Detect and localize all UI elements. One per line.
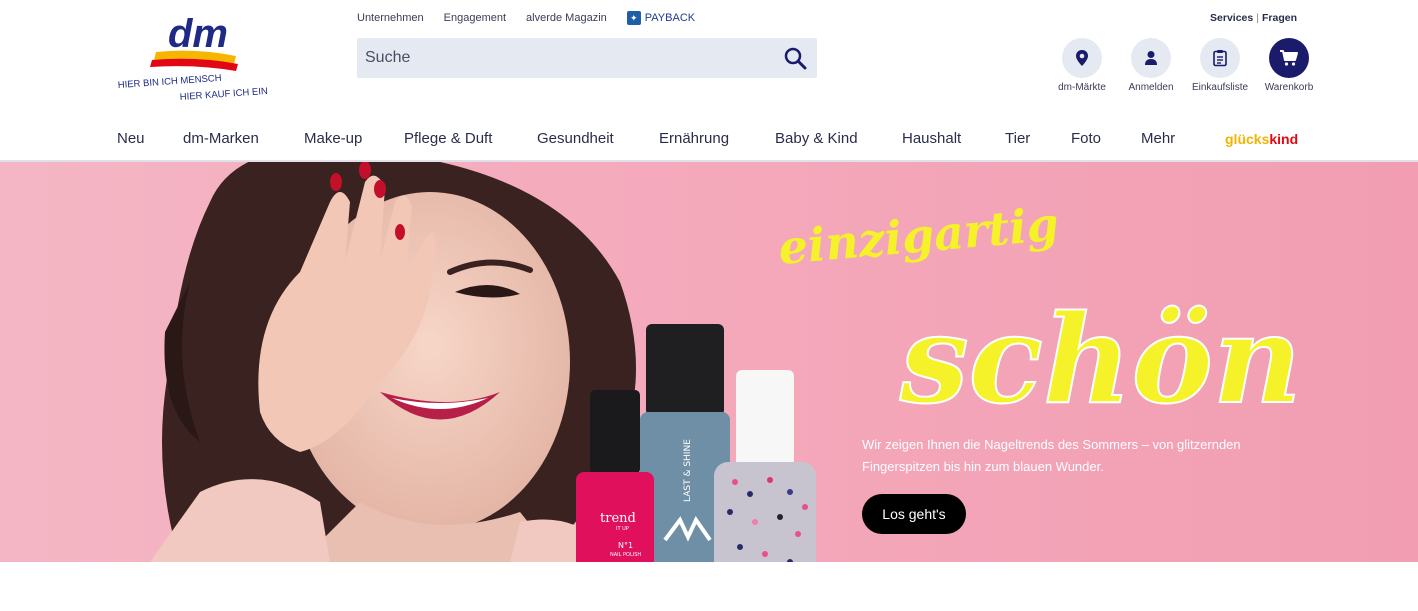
search-input[interactable] (357, 48, 767, 68)
hero-banner[interactable]: einzigartig schön LAST & SHINE trend IT … (0, 162, 1418, 562)
hero-headline: einzigartig schön (776, 202, 1302, 432)
header-icons: dm-Märkte Anmelden Einkaufsliste Warenko… (1058, 38, 1316, 93)
link-fragen[interactable]: Fragen (1262, 12, 1297, 24)
link-engagement[interactable]: Engagement (444, 12, 506, 24)
logo-slogan-line1: HIER BIN ICH MENSCH (117, 73, 222, 91)
glueckskind-part2: kind (1269, 131, 1299, 147)
logo-wordmark: dm (168, 12, 228, 56)
nav-item-mehr[interactable]: Mehr (1141, 130, 1175, 147)
nav-item-make-up[interactable]: Make-up (304, 130, 362, 147)
services-separator: | (1256, 12, 1259, 24)
logo-slogan-line2: HIER KAUF ICH EIN (179, 86, 268, 103)
clipboard-icon (1200, 38, 1240, 78)
cart-icon (1269, 38, 1309, 78)
link-services[interactable]: Services (1210, 12, 1253, 24)
nav-item-pflege-duft[interactable]: Pflege & Duft (404, 130, 492, 147)
nav-item-tier[interactable]: Tier (1005, 130, 1030, 147)
dm-logo[interactable]: dm HIER BIN ICH MENSCH HIER KAUF ICH EIN (116, 12, 286, 104)
payback-icon: ✦ (626, 11, 641, 25)
user-icon (1131, 38, 1171, 78)
nav-item-neu[interactable]: Neu (117, 130, 145, 147)
bottle2-label: LAST & SHINE (683, 439, 693, 502)
nav-item-ernaehrung[interactable]: Ernährung (659, 130, 729, 147)
anmelden-button[interactable]: Anmelden (1124, 38, 1178, 93)
bottle1-sub: IT UP (616, 526, 629, 532)
link-alverde-magazin[interactable]: alverde Magazin (526, 12, 607, 24)
nav-item-glueckskind[interactable]: glückskind (1225, 131, 1298, 147)
link-unternehmen[interactable]: Unternehmen (357, 12, 424, 24)
nav-item-haushalt[interactable]: Haushalt (902, 130, 961, 147)
top-links: Unternehmen Engagement alverde Magazin ✦… (357, 11, 695, 25)
einkaufsliste-button[interactable]: Einkaufsliste (1191, 38, 1249, 93)
nail-polish-bottles-image: LAST & SHINE trend IT UP N°1 NAIL POLISH (576, 324, 816, 562)
headline-big: schön (899, 287, 1302, 431)
einkaufsliste-label: Einkaufsliste (1191, 82, 1249, 93)
search-icon[interactable] (783, 46, 807, 70)
services-links: Services | Fragen (1210, 12, 1297, 24)
dm-maerkte-button[interactable]: dm-Märkte (1055, 38, 1109, 93)
hero-text: Wir zeigen Ihnen die Nageltrends des Som… (862, 437, 1241, 474)
hero-cta-button[interactable]: Los geht's (862, 494, 966, 534)
link-payback[interactable]: ✦ PAYBACK (626, 11, 696, 25)
anmelden-label: Anmelden (1128, 82, 1174, 93)
bottle1-no: N°1 (618, 541, 633, 550)
search-bar (357, 38, 817, 78)
nav-item-foto[interactable]: Foto (1071, 130, 1101, 147)
nav-item-gesundheit[interactable]: Gesundheit (537, 130, 614, 147)
glueckskind-part1: glücks (1225, 131, 1270, 147)
warenkorb-button[interactable]: Warenkorb (1262, 38, 1316, 93)
payback-label: PAYBACK (644, 12, 696, 24)
bottle1-label: NAIL POLISH (610, 552, 641, 558)
location-pin-icon (1062, 38, 1102, 78)
nav-item-baby-kind[interactable]: Baby & Kind (775, 130, 858, 147)
nav-item-dm-marken[interactable]: dm-Marken (183, 130, 259, 147)
headline-small: einzigartig (776, 202, 1061, 275)
dm-maerkte-label: dm-Märkte (1058, 82, 1106, 93)
bottle1-brand: trend (600, 511, 636, 526)
warenkorb-label: Warenkorb (1264, 82, 1314, 93)
